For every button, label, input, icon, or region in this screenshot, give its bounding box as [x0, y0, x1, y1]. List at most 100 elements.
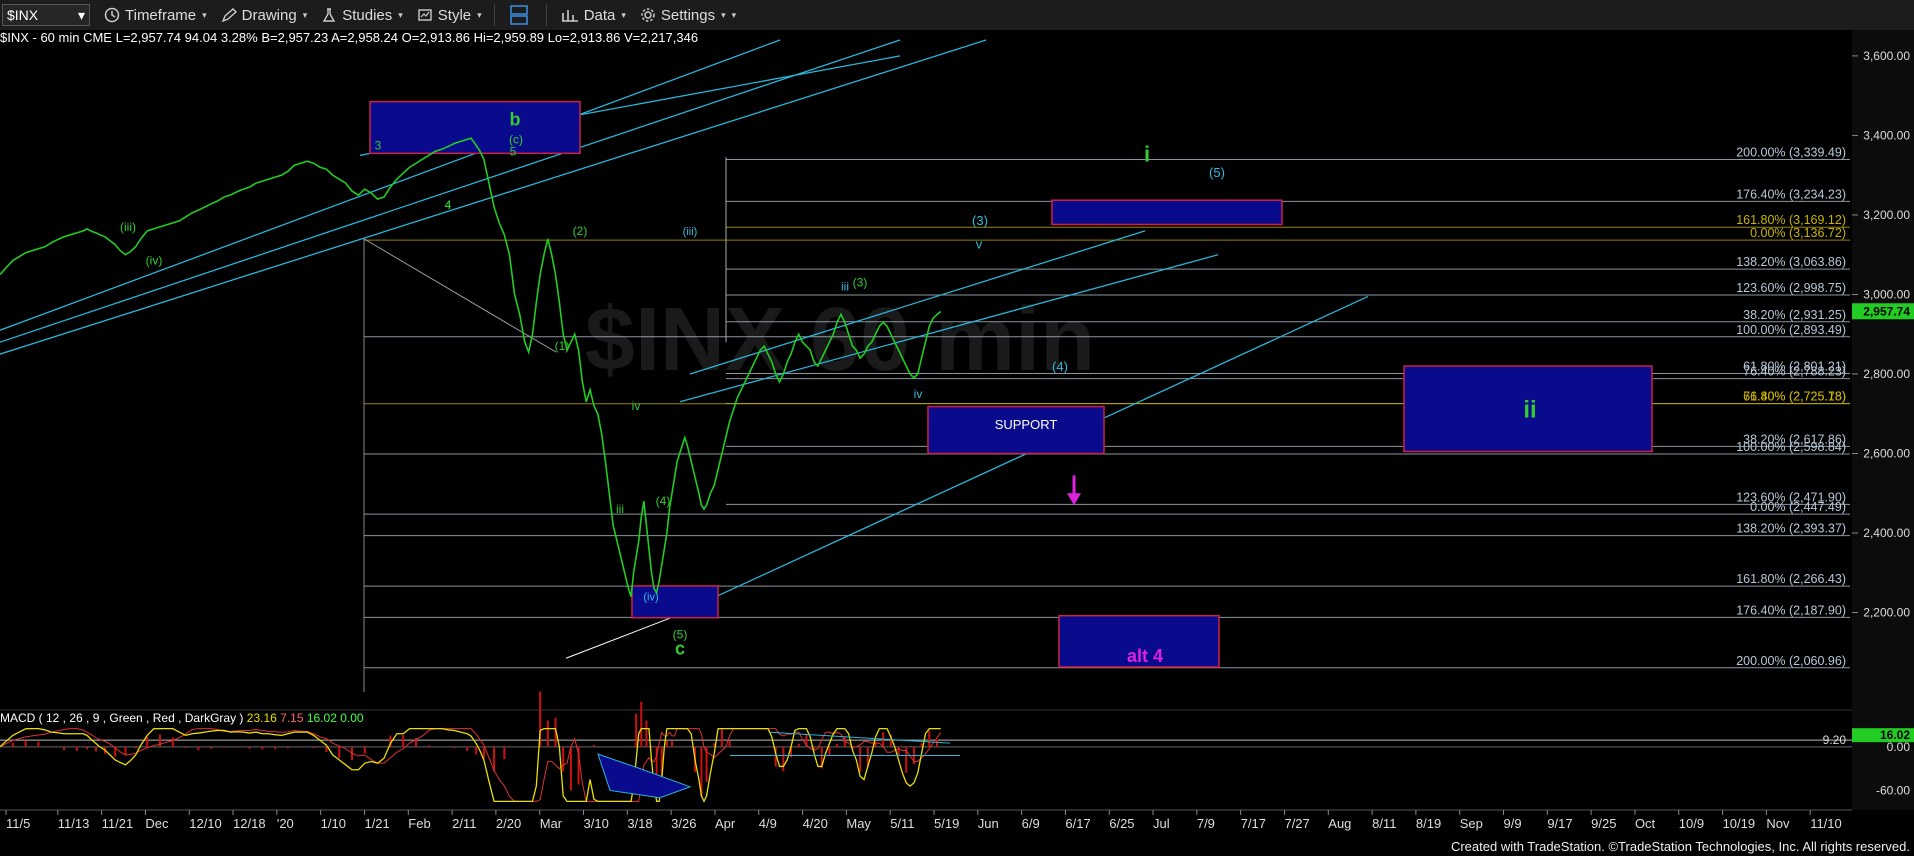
- fib-level-label: 200.00% (3,339.49): [1736, 145, 1846, 159]
- drawing-label: Drawing: [241, 6, 297, 24]
- net-change: 94.04: [184, 30, 218, 45]
- time-tick-label: 11/13: [58, 816, 90, 831]
- time-tick-label: 7/9: [1197, 816, 1215, 831]
- price-tick-label: 2,400.00: [1863, 526, 1910, 540]
- time-tick-label: 7/27: [1284, 816, 1309, 831]
- clock-icon: [104, 7, 120, 23]
- style-label: Style: [437, 6, 472, 24]
- fib-level-label: 176.40% (2,187.90): [1736, 603, 1846, 617]
- wave-label: (5): [673, 627, 688, 641]
- price-tick-label: 2,800.00: [1863, 367, 1910, 381]
- style-icon: [418, 9, 432, 21]
- chevron-down-icon[interactable]: ▾: [78, 7, 85, 24]
- time-tick-label: 3/10: [584, 816, 609, 831]
- price-tick-label: 3,600.00: [1863, 49, 1910, 63]
- time-tick-label: '20: [277, 816, 294, 831]
- wave-label: b: [510, 109, 521, 129]
- fib-level-label: 176.40% (3,234.23): [1736, 187, 1846, 201]
- symbol-watermark: $INX 60 min: [585, 290, 1095, 390]
- timeframe-menu[interactable]: Timeframe ▾: [104, 7, 207, 24]
- last-price: L=2,957.74: [115, 30, 182, 45]
- fib-level-label: 100.00% (2,598.84): [1736, 440, 1846, 454]
- studies-label: Studies: [342, 6, 393, 24]
- caret-icon: ▾: [477, 9, 482, 20]
- wave-label: ii: [1523, 397, 1536, 424]
- macd-value: 23.16: [246, 711, 277, 725]
- price-tick-label: 3,200.00: [1863, 208, 1910, 222]
- time-tick-label: Mar: [540, 816, 563, 831]
- time-tick-label: May: [846, 816, 871, 831]
- wave-label: (5): [1209, 165, 1225, 180]
- time-tick-label: 6/9: [1022, 816, 1040, 831]
- low: Lo=2,913.86: [547, 30, 621, 45]
- time-tick-label: 6/25: [1109, 816, 1134, 831]
- time-tick-label: 11/10: [1810, 816, 1842, 831]
- time-tick-label: Jun: [978, 816, 999, 831]
- time-tick-label: 9/17: [1547, 816, 1572, 831]
- price-tick-label: 3,000.00: [1863, 287, 1910, 301]
- fib-level-label: 138.20% (2,393.37): [1736, 522, 1846, 536]
- macd-last-label: 16.02: [1880, 728, 1910, 742]
- bar-chart-icon: [561, 10, 578, 22]
- studies-menu[interactable]: Studies ▾: [321, 7, 403, 24]
- settings-menu[interactable]: Settings ▾ ▾: [640, 7, 736, 24]
- drawing-menu[interactable]: Drawing ▾: [221, 6, 308, 24]
- wave-label: (3): [853, 276, 868, 290]
- time-tick-label: 1/21: [364, 816, 389, 831]
- time-tick-label: Nov: [1766, 816, 1790, 831]
- time-tick-label: 12/10: [189, 816, 222, 831]
- time-tick-label: Sep: [1460, 816, 1483, 831]
- layout-button[interactable]: [509, 4, 534, 26]
- price-tick-label: 2,200.00: [1863, 606, 1910, 620]
- time-tick-label: Dec: [145, 816, 169, 831]
- wave-label: (2): [573, 224, 588, 238]
- macd-zero: 0.00: [340, 711, 364, 725]
- fib-level-label: 100.00% (2,893.49): [1736, 323, 1846, 337]
- settings-label: Settings: [660, 6, 716, 24]
- timeframe-label: Timeframe: [125, 6, 197, 24]
- wave-label: 5: [510, 144, 517, 158]
- fib-level-label: 123.60% (2,998.75): [1736, 281, 1846, 295]
- symbol-info: $INX - 60 min CME: [0, 30, 112, 45]
- copyright-footer: Created with TradeStation. ©TradeStation…: [1450, 839, 1910, 854]
- price-chart[interactable]: $INX 60 min 3,600.00 3,400.00 3,200.00 3,000…: [0, 30, 1914, 856]
- time-tick-label: 11/21: [102, 816, 134, 831]
- fib-level-label: 161.80% (2,266.43): [1736, 572, 1846, 586]
- flask-icon: [323, 8, 336, 22]
- price-tick-label: 2,600.00: [1863, 446, 1910, 460]
- fib-level-label: 76.40% (2,788.23): [1743, 365, 1846, 379]
- symbol-selector[interactable]: $INX ▾: [2, 4, 90, 26]
- wave-label: i: [1144, 141, 1150, 166]
- time-tick-label: 9/25: [1591, 816, 1616, 831]
- gear-icon: [641, 8, 655, 22]
- time-tick-label: Apr: [715, 816, 736, 831]
- time-tick-label: 9/9: [1504, 816, 1522, 831]
- time-tick-label: 4/20: [803, 816, 828, 831]
- caret-icon: ▾: [721, 9, 726, 20]
- caret-icon: ▾: [398, 9, 403, 20]
- bid: B=2,957.23: [261, 30, 329, 45]
- caret-icon: ▾: [302, 9, 308, 20]
- toolbar-divider: [545, 4, 547, 26]
- wave-label: iv: [632, 399, 641, 413]
- open: O=2,913.86: [401, 30, 470, 45]
- style-menu[interactable]: Style ▾: [417, 7, 482, 24]
- wave-label: (4): [656, 494, 671, 508]
- time-tick-label: 8/19: [1416, 816, 1441, 831]
- time-tick-label: 2/11: [452, 816, 476, 831]
- time-tick-label: 4/9: [759, 816, 777, 831]
- time-tick-label: 10/19: [1723, 816, 1756, 831]
- fib-level-label: 38.20% (2,931.25): [1743, 308, 1846, 322]
- macd-hist: 16.02: [306, 711, 337, 725]
- time-tick-label: 2/20: [496, 816, 521, 831]
- data-menu[interactable]: Data ▾: [561, 7, 626, 24]
- wave-label: iii: [616, 502, 624, 516]
- toolbar-divider: [493, 4, 495, 26]
- macd-signal: 7.15: [280, 711, 304, 725]
- price-axis-panel: [1852, 30, 1914, 810]
- time-tick-label: 8/11: [1372, 816, 1396, 831]
- fib-level-label: 0.00% (2,447.49): [1750, 500, 1846, 514]
- time-tick-label: 10/9: [1679, 816, 1704, 831]
- time-tick-label: 5/11: [890, 816, 914, 831]
- wave-label: (iii): [120, 220, 136, 234]
